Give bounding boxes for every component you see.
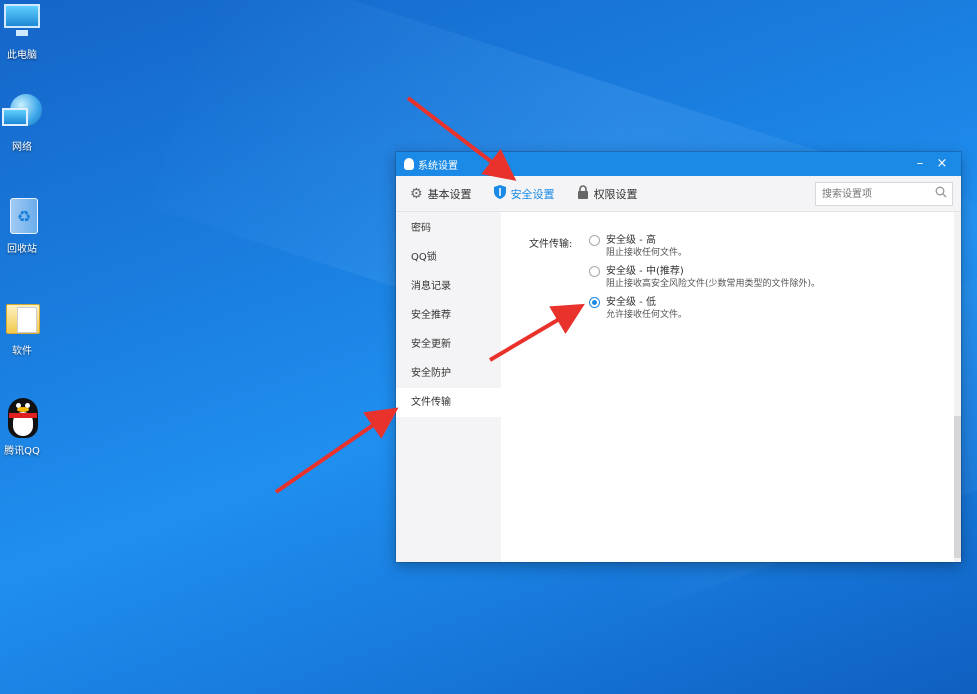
- settings-toolbar: ⚙ 基本设置 安全设置 权限设置: [396, 176, 961, 212]
- network-icon: [2, 94, 42, 134]
- folder-icon: [2, 298, 42, 338]
- file-transfer-panel: 文件传输: 安全级 - 高 阻止接收任何文件。 安全级 - 中(推荐) 阻止接收…: [501, 212, 961, 562]
- lock-icon: [577, 184, 589, 203]
- security-level-options: 安全级 - 高 阻止接收任何文件。 安全级 - 中(推荐) 阻止接收高安全风险文…: [589, 234, 820, 327]
- radio-button-selected[interactable]: [589, 297, 600, 308]
- minimize-button[interactable]: –: [909, 152, 931, 176]
- window-title: 系统设置: [418, 160, 458, 172]
- scrollbar-thumb[interactable]: [954, 416, 961, 558]
- desktop-icon-label: 软件: [12, 346, 32, 357]
- desktop-icon-this-pc[interactable]: 此电脑: [0, 2, 44, 61]
- desktop-icon-qq[interactable]: 腾讯QQ: [0, 398, 44, 457]
- arrow-to-file-transfer: [274, 407, 399, 494]
- option-description: 允许接收任何文件。: [606, 310, 688, 320]
- search-icon[interactable]: [935, 186, 947, 198]
- settings-sidebar: 密码 QQ锁 消息记录 安全推荐 安全更新 安全防护 文件传输: [396, 212, 501, 562]
- sidebar-item-password[interactable]: 密码: [396, 214, 501, 243]
- sidebar-item-qq-lock[interactable]: QQ锁: [396, 243, 501, 272]
- sidebar-item-file-transfer[interactable]: 文件传输: [396, 388, 501, 417]
- sidebar-item-security-update[interactable]: 安全更新: [396, 330, 501, 359]
- sidebar-item-security-recommend[interactable]: 安全推荐: [396, 301, 501, 330]
- sidebar-item-message-history[interactable]: 消息记录: [396, 272, 501, 301]
- settings-body: 密码 QQ锁 消息记录 安全推荐 安全更新 安全防护 文件传输 文件传输: 安全…: [396, 212, 961, 562]
- option-description: 阻止接收高安全风险文件(少数常用类型的文件除外)。: [606, 279, 821, 289]
- tab-security-settings[interactable]: 安全设置: [493, 184, 555, 203]
- option-title: 安全级 - 低: [606, 297, 656, 308]
- desktop-icon-label: 网络: [12, 142, 32, 153]
- desktop-icon-network[interactable]: 网络: [0, 94, 44, 153]
- desktop-icon-recycle-bin[interactable]: ♻ 回收站: [0, 196, 44, 255]
- desktop-icon-label: 腾讯QQ: [4, 446, 40, 457]
- desktop-icon-label: 此电脑: [7, 50, 37, 61]
- option-title: 安全级 - 中(推荐): [606, 266, 684, 277]
- settings-search-input[interactable]: [815, 182, 953, 206]
- sidebar-item-security-protection[interactable]: 安全防护: [396, 359, 501, 388]
- tab-label: 基本设置: [427, 187, 472, 201]
- computer-icon: [2, 2, 42, 42]
- desktop-icon-label: 回收站: [7, 244, 37, 255]
- recycle-bin-icon: ♻: [2, 196, 42, 236]
- tab-label: 权限设置: [593, 187, 638, 201]
- close-button[interactable]: ×: [931, 152, 953, 176]
- security-level-low-option[interactable]: 安全级 - 低 允许接收任何文件。: [589, 296, 820, 321]
- gear-icon: ⚙: [410, 185, 423, 202]
- option-description: 阻止接收任何文件。: [606, 248, 688, 258]
- shield-icon: [493, 184, 506, 203]
- tab-label: 安全设置: [510, 187, 555, 201]
- radio-button[interactable]: [589, 235, 600, 246]
- tab-permission-settings[interactable]: 权限设置: [577, 184, 638, 203]
- option-title: 安全级 - 高: [606, 235, 656, 246]
- file-transfer-label: 文件传输:: [529, 239, 573, 250]
- window-titlebar[interactable]: 系统设置 – ×: [396, 152, 961, 176]
- security-level-medium-option[interactable]: 安全级 - 中(推荐) 阻止接收高安全风险文件(少数常用类型的文件除外)。: [589, 265, 820, 290]
- system-settings-window: 系统设置 – × ⚙ 基本设置 安全设置 权限设置 密码 QQ锁: [396, 152, 961, 562]
- security-level-high-option[interactable]: 安全级 - 高 阻止接收任何文件。: [589, 234, 820, 259]
- scrollbar-track[interactable]: [954, 212, 961, 562]
- qq-logo-icon: [404, 158, 414, 170]
- desktop-icon-software[interactable]: 软件: [0, 298, 44, 357]
- radio-button[interactable]: [589, 266, 600, 277]
- qq-penguin-icon: [2, 398, 42, 438]
- tab-basic-settings[interactable]: ⚙ 基本设置: [410, 186, 472, 202]
